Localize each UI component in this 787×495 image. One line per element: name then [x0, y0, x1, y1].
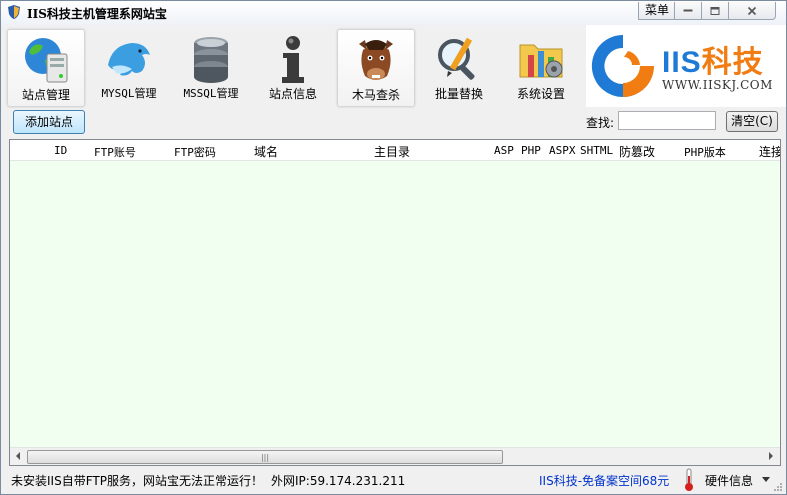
scroll-left-button[interactable] — [10, 448, 27, 465]
minimize-icon — [683, 9, 693, 11]
shield-logo-icon — [8, 5, 20, 19]
globe-server-icon — [25, 38, 68, 83]
maximize-icon — [710, 6, 720, 15]
column-header-shtml[interactable]: SHTML — [580, 144, 613, 157]
search-label: 查找: — [586, 116, 615, 130]
clear-button[interactable]: 清空(C) — [726, 111, 778, 132]
close-icon — [747, 6, 757, 15]
external-ip-text: 外网IP:59.174.231.211 — [271, 474, 406, 488]
column-header-id[interactable]: ID — [54, 144, 67, 157]
close-button[interactable] — [728, 2, 776, 20]
brand-accent: 科技 — [701, 46, 764, 79]
scrollbar-thumb[interactable]: ||| — [27, 450, 503, 464]
database-icon — [194, 37, 228, 83]
horse-icon — [359, 40, 393, 80]
brand-main: IIS — [662, 46, 702, 79]
grip-icon: ||| — [260, 453, 270, 462]
column-header-root-dir[interactable]: 主目录 — [374, 143, 410, 160]
column-header-domain[interactable]: 域名 — [254, 143, 278, 160]
horizontal-scrollbar[interactable]: ||| — [10, 447, 780, 465]
resize-grip-icon[interactable] — [773, 482, 783, 492]
tool-system-settings[interactable]: 系统设置 — [503, 29, 579, 105]
title-bar: IIS科技主机管理系网站宝 菜单 — [1, 1, 786, 25]
column-header-php[interactable]: PHP — [521, 144, 541, 157]
search-input[interactable] — [618, 111, 716, 130]
ftp-warning-text: 未安装IIS自带FTP服务，网站宝无法正常运行！ — [11, 474, 263, 488]
tool-label: MYSQL管理 — [101, 87, 157, 100]
tool-trojan-scan[interactable]: 木马查杀 — [337, 29, 415, 107]
window-title: IIS科技主机管理系网站宝 — [27, 7, 167, 21]
dropdown-arrow-icon[interactable] — [762, 477, 770, 482]
settings-folder-icon — [519, 44, 563, 78]
column-header-connections[interactable]: 连接 — [759, 143, 780, 160]
site-list-grid[interactable]: ID FTP账号 FTP密码 域名 主目录 ASP PHP ASPX SHTML… — [9, 139, 781, 466]
brand-name: IIS科技 — [662, 37, 764, 81]
brand-swirl-icon — [591, 34, 654, 97]
maximize-button[interactable] — [701, 2, 729, 20]
column-header-php-version[interactable]: PHP版本 — [684, 144, 726, 160]
column-header-aspx[interactable]: ASPX — [549, 144, 576, 157]
grid-header: ID FTP账号 FTP密码 域名 主目录 ASP PHP ASPX SHTML… — [10, 140, 780, 161]
dolphin-icon — [108, 43, 150, 76]
column-header-ftp-account[interactable]: FTP账号 — [94, 144, 136, 160]
main-toolbar: 站点管理 MYSQL管理 MSSQL管理 站点信息 木马查杀 批量替换 系统设置 — [1, 25, 586, 107]
column-header-ftp-password[interactable]: FTP密码 — [174, 144, 216, 160]
brand-logo: IIS科技 WWW.IISKJ.COM — [586, 25, 786, 107]
tool-label: 批量替换 — [434, 87, 483, 101]
menu-button[interactable]: 菜单 — [638, 2, 676, 20]
arrow-left-icon — [16, 452, 20, 460]
tool-label: 站点管理 — [21, 88, 70, 102]
tool-label: 站点信息 — [268, 87, 317, 101]
tool-label: MSSQL管理 — [183, 87, 239, 100]
thermometer-icon — [685, 468, 693, 491]
column-header-tamper-proof[interactable]: 防篡改 — [619, 143, 655, 160]
minimize-button[interactable] — [674, 2, 702, 20]
status-bar: 未安装IIS自带FTP服务，网站宝无法正常运行！ 外网IP:59.174.231… — [1, 466, 786, 494]
info-icon — [282, 36, 304, 83]
hardware-info-button[interactable]: 硬件信息 — [705, 472, 753, 489]
tool-batch-replace[interactable]: 批量替换 — [421, 29, 497, 105]
tool-site-management[interactable]: 站点管理 — [7, 29, 85, 107]
arrow-right-icon — [769, 452, 773, 460]
app-window: IIS科技主机管理系网站宝 菜单 站点管理 MYSQL管理 MSSQL管理 站点… — [0, 0, 787, 495]
brand-url: WWW.IISKJ.COM — [662, 78, 773, 92]
column-header-asp[interactable]: ASP — [494, 144, 514, 157]
tool-label: 木马查杀 — [351, 88, 400, 102]
tool-mysql[interactable]: MYSQL管理 — [91, 29, 167, 105]
tool-site-info[interactable]: 站点信息 — [255, 29, 331, 105]
scroll-right-button[interactable] — [763, 448, 780, 465]
tool-mssql[interactable]: MSSQL管理 — [173, 29, 249, 105]
magnifier-pencil-icon — [438, 37, 475, 80]
add-site-button[interactable]: 添加站点 — [13, 110, 85, 134]
ad-link[interactable]: IIS科技-免备案空间68元 — [539, 472, 669, 489]
tool-label: 系统设置 — [516, 87, 565, 101]
